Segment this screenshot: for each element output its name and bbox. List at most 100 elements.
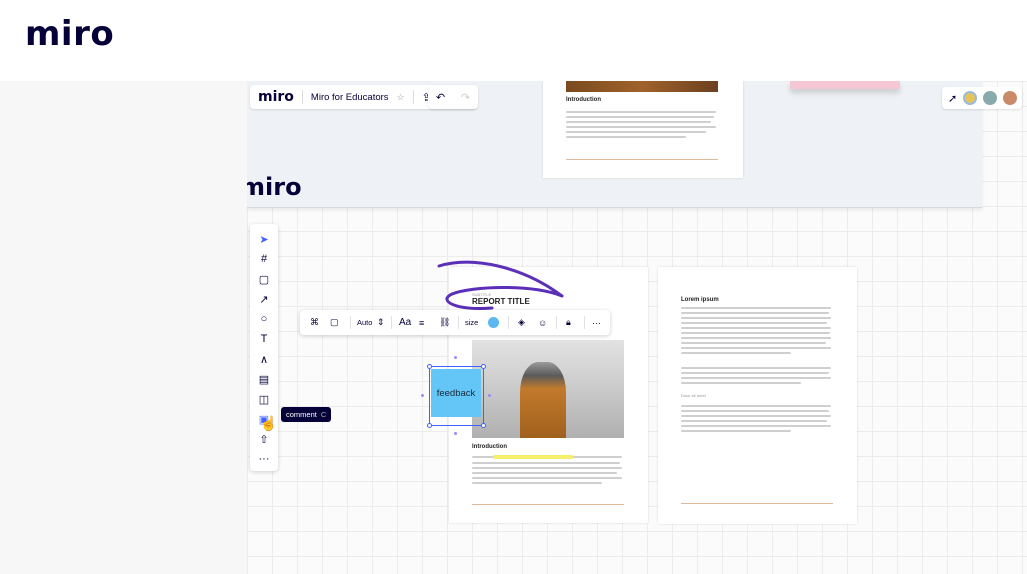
whiteboard-canvas[interactable]: miro Miro for Educators ☆ ⇪ ↶ ↷ miro ➚ I…: [247, 81, 1027, 574]
intro-heading: Introduction: [566, 97, 601, 103]
divider: [508, 316, 509, 329]
page-heading: Lorem ipsum: [681, 297, 719, 303]
tag-icon[interactable]: ◈: [518, 310, 525, 335]
text-line: [472, 462, 620, 464]
shape-icon[interactable]: ○: [250, 310, 278, 328]
orange-rule: [472, 504, 624, 505]
connection-point[interactable]: [454, 432, 457, 435]
text-line: [472, 482, 602, 484]
document-page-top[interactable]: Introduction: [543, 81, 743, 178]
sticky-note-icon[interactable]: ▢: [250, 270, 278, 288]
text-line: [681, 337, 831, 339]
text-line: [566, 116, 714, 118]
text-line: [681, 312, 829, 314]
size-label: size: [465, 318, 479, 327]
site-logo[interactable]: miro: [25, 14, 114, 54]
connection-point[interactable]: [421, 394, 424, 397]
hand-cursor-icon: ☝: [260, 415, 278, 431]
resize-handle[interactable]: [481, 423, 486, 428]
stepper-icon[interactable]: ⇕: [377, 310, 385, 335]
context-toolbar: ⌘ ▢ Auto ⇕ Aa ≡ ⛓ size ◈ ☺ 🔒︎ ···: [300, 310, 610, 335]
text-line: [472, 472, 617, 474]
note-type-icon[interactable]: ▢: [330, 310, 339, 335]
person-figure: [520, 362, 566, 438]
board-logo[interactable]: miro: [258, 89, 294, 105]
screen: miro miro Miro for Educators ☆ ⇪ ↶ ↷ mir…: [0, 0, 1027, 574]
sticky-note[interactable]: feedback: [431, 369, 481, 417]
redo-icon[interactable]: ↷: [461, 91, 470, 104]
font-button[interactable]: Aa: [399, 310, 411, 335]
text-line: [681, 342, 826, 344]
document-page-right[interactable]: Lorem ipsum Dolor sit amet: [658, 267, 857, 524]
align-icon[interactable]: ≡: [419, 310, 424, 335]
color-swatch[interactable]: [488, 317, 499, 328]
board-name[interactable]: Miro for Educators: [311, 92, 389, 103]
text-icon[interactable]: T: [250, 330, 278, 348]
pen-stroke[interactable]: [432, 256, 592, 316]
collaborators-bar: ➚: [942, 87, 1022, 109]
avatar[interactable]: [1003, 91, 1018, 105]
upload-icon[interactable]: ⇧: [250, 430, 278, 448]
emoji-icon[interactable]: ☺: [538, 310, 547, 335]
document-photo: [472, 340, 624, 438]
text-line: [681, 430, 791, 432]
text-line: [681, 322, 827, 324]
kanban-icon[interactable]: ◫: [250, 390, 278, 408]
text-line: [681, 425, 831, 427]
document-photo: [566, 81, 718, 92]
connection-point[interactable]: [488, 394, 491, 397]
text-line: [681, 410, 829, 412]
template-icon[interactable]: ▤: [250, 370, 278, 388]
text-highlight: [493, 455, 573, 459]
text-line: [681, 382, 801, 384]
divider: [350, 316, 351, 329]
text-line: [472, 477, 622, 479]
text-line: [566, 111, 716, 113]
intro-heading: Introduction: [472, 444, 507, 450]
link-icon[interactable]: ⛓: [439, 310, 450, 335]
connector-icon[interactable]: ↗: [250, 290, 278, 308]
text-line: [681, 327, 831, 329]
embedded-board-preview: miro Miro for Educators ☆ ⇪ ↶ ↷ miro ➚ I…: [247, 81, 1022, 208]
text-line: [472, 467, 622, 469]
text-line: [681, 420, 827, 422]
text-line: [681, 405, 831, 407]
tooltip-shortcut: C: [320, 410, 327, 419]
frame-icon[interactable]: #: [250, 250, 278, 268]
text-line: [681, 352, 791, 354]
pen-icon[interactable]: ∧: [250, 350, 278, 368]
resize-handle[interactable]: [427, 423, 432, 428]
orange-rule: [681, 503, 833, 504]
pink-sticky-note[interactable]: [790, 81, 900, 89]
avatar[interactable]: [983, 91, 998, 105]
text-line: [681, 332, 830, 334]
divider: [458, 316, 459, 329]
text-line: [681, 307, 831, 309]
cursor-icon[interactable]: ➚: [948, 92, 957, 105]
text-line: [681, 415, 831, 417]
site-header: miro: [0, 0, 1027, 81]
more-icon[interactable]: ···: [250, 450, 278, 468]
undo-redo-group: ↶ ↷: [428, 85, 478, 109]
text-line: [681, 372, 829, 374]
sticker-icon[interactable]: ⌘: [310, 310, 319, 335]
select-icon[interactable]: ➤: [250, 230, 278, 248]
text-line: [566, 121, 711, 123]
font-size-select[interactable]: Auto: [357, 310, 372, 335]
more-options[interactable]: ···: [592, 310, 601, 335]
avatar[interactable]: [963, 91, 978, 105]
text-line: [681, 367, 831, 369]
orange-rule: [566, 159, 718, 160]
undo-icon[interactable]: ↶: [436, 91, 445, 104]
tool-tooltip: comment C: [281, 407, 332, 422]
lock-icon[interactable]: 🔒︎: [566, 310, 571, 335]
star-icon[interactable]: ☆: [397, 92, 405, 103]
embedded-big-logo: miro: [247, 173, 302, 201]
resize-handle[interactable]: [481, 364, 486, 369]
connection-point[interactable]: [454, 356, 457, 359]
creation-toolbar: ➤ # ▢ ↗ ○ T ∧ ▤ ◫ ▣ ⇧ ···: [250, 224, 278, 471]
color-picker[interactable]: [488, 310, 499, 335]
divider: [412, 90, 414, 104]
page-subheading: Dolor sit amet: [681, 393, 706, 398]
divider: [301, 90, 303, 104]
